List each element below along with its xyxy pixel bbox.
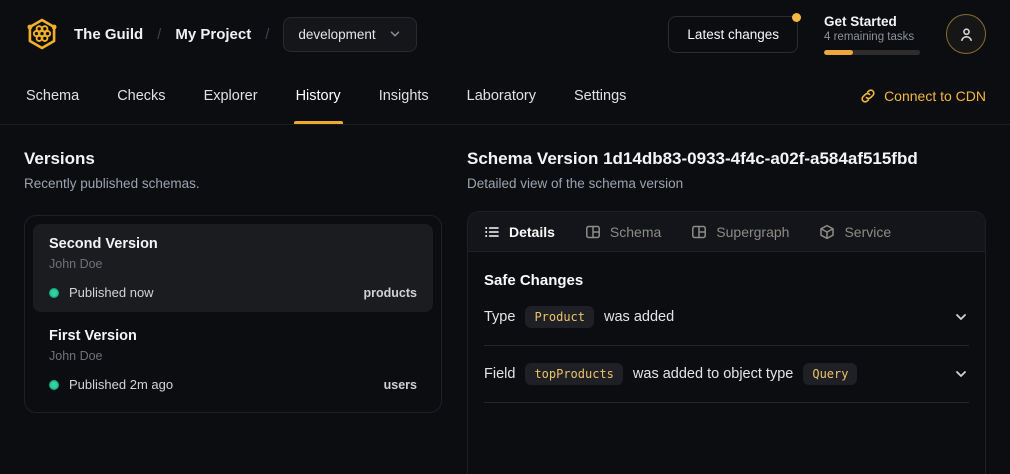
app-root: The Guild / My Project / development Lat…: [0, 0, 1010, 474]
published-status-dot: [49, 288, 59, 298]
list-icon: [484, 224, 500, 240]
version-service-badge: products: [364, 286, 417, 300]
change-prefix: Type: [484, 309, 515, 325]
versions-panel: Versions Recently published schemas. Sec…: [24, 149, 442, 474]
change-code-badge: topProducts: [525, 363, 622, 385]
main-content: Versions Recently published schemas. Sec…: [0, 125, 1010, 474]
change-description: Type Product was added: [484, 306, 674, 328]
version-meta: Published 2m ago users: [49, 377, 417, 392]
version-detail-card: Details Schema: [467, 211, 986, 474]
breadcrumb: The Guild / My Project / development: [74, 17, 417, 52]
tab-explorer[interactable]: Explorer: [202, 68, 260, 124]
latest-changes-button[interactable]: Latest changes: [668, 16, 798, 53]
change-suffix: was added: [604, 309, 674, 325]
get-started-progressbar: [824, 50, 920, 55]
version-title: First Version: [49, 328, 417, 344]
tab-schema[interactable]: Schema: [24, 68, 81, 124]
detail-tab-supergraph[interactable]: Supergraph: [691, 224, 789, 240]
breadcrumb-separator: /: [265, 26, 269, 43]
chevron-down-icon[interactable]: [953, 309, 969, 325]
tab-history[interactable]: History: [294, 68, 343, 124]
change-row[interactable]: Type Product was added: [484, 289, 969, 346]
breadcrumb-org-link[interactable]: The Guild: [74, 26, 143, 43]
version-title: Second Version: [49, 236, 417, 252]
columns-icon: [585, 224, 601, 240]
detail-tab-label: Service: [844, 224, 891, 240]
tab-laboratory[interactable]: Laboratory: [465, 68, 538, 124]
detail-tab-label: Schema: [610, 224, 661, 240]
connect-to-cdn-label: Connect to CDN: [884, 88, 986, 104]
version-detail-title: Schema Version 1d14db83-0933-4f4c-a02f-a…: [467, 149, 986, 169]
safe-changes-heading: Safe Changes: [484, 272, 969, 289]
header-actions: Latest changes Get Started 4 remaining t…: [668, 14, 986, 55]
detail-tab-details[interactable]: Details: [484, 224, 555, 240]
target-select-value: development: [298, 27, 375, 42]
change-code-badge: Product: [525, 306, 594, 328]
change-code-badge: Query: [803, 363, 857, 385]
breadcrumb-project-link[interactable]: My Project: [175, 26, 251, 43]
top-header: The Guild / My Project / development Lat…: [0, 0, 1010, 68]
connect-to-cdn-link[interactable]: Connect to CDN: [860, 68, 986, 124]
breadcrumb-separator: /: [157, 26, 161, 43]
detail-tab-label: Supergraph: [716, 224, 789, 240]
cube-icon: [819, 224, 835, 240]
version-meta: Published now products: [49, 285, 417, 300]
notification-dot: [792, 13, 801, 22]
latest-changes-label: Latest changes: [687, 27, 779, 42]
hive-hexagon-logo-icon[interactable]: [24, 16, 60, 52]
change-prefix: Field: [484, 366, 515, 382]
version-list-item[interactable]: Second Version John Doe Published now pr…: [33, 224, 433, 312]
detail-tab-service[interactable]: Service: [819, 224, 891, 240]
change-row[interactable]: Field topProducts was added to object ty…: [484, 346, 969, 403]
get-started-widget[interactable]: Get Started 4 remaining tasks: [824, 14, 920, 55]
nav-tabs: Schema Checks Explorer History Insights …: [24, 68, 628, 124]
detail-tabs: Details Schema: [468, 212, 985, 252]
version-author: John Doe: [49, 349, 417, 363]
version-list-item[interactable]: First Version John Doe Published 2m ago …: [33, 316, 433, 404]
change-suffix: was added to object type: [633, 366, 793, 382]
published-status-dot: [49, 380, 59, 390]
change-description: Field topProducts was added to object ty…: [484, 363, 857, 385]
version-status: Published now: [69, 285, 154, 300]
versions-title: Versions: [24, 149, 442, 169]
get-started-subtitle: 4 remaining tasks: [824, 31, 920, 43]
version-author: John Doe: [49, 257, 417, 271]
user-icon: [958, 26, 975, 43]
user-menu-button[interactable]: [946, 14, 986, 54]
target-select[interactable]: development: [283, 17, 416, 52]
versions-list: Second Version John Doe Published now pr…: [24, 215, 442, 413]
chevron-down-icon: [388, 27, 402, 41]
page-nav: Schema Checks Explorer History Insights …: [0, 68, 1010, 125]
version-detail-panel: Schema Version 1d14db83-0933-4f4c-a02f-a…: [467, 149, 986, 474]
get-started-title: Get Started: [824, 14, 920, 29]
version-status: Published 2m ago: [69, 377, 173, 392]
versions-subtitle: Recently published schemas.: [24, 176, 442, 191]
tab-insights[interactable]: Insights: [377, 68, 431, 124]
tab-checks[interactable]: Checks: [115, 68, 167, 124]
detail-tab-schema[interactable]: Schema: [585, 224, 661, 240]
version-service-badge: users: [384, 378, 417, 392]
version-detail-subtitle: Detailed view of the schema version: [467, 176, 986, 191]
detail-content: Safe Changes Type Product was added: [468, 252, 985, 403]
chevron-down-icon[interactable]: [953, 366, 969, 382]
link-icon: [860, 88, 876, 104]
get-started-progress-fill: [824, 50, 853, 55]
tab-settings[interactable]: Settings: [572, 68, 628, 124]
detail-tab-label: Details: [509, 224, 555, 240]
columns-icon: [691, 224, 707, 240]
